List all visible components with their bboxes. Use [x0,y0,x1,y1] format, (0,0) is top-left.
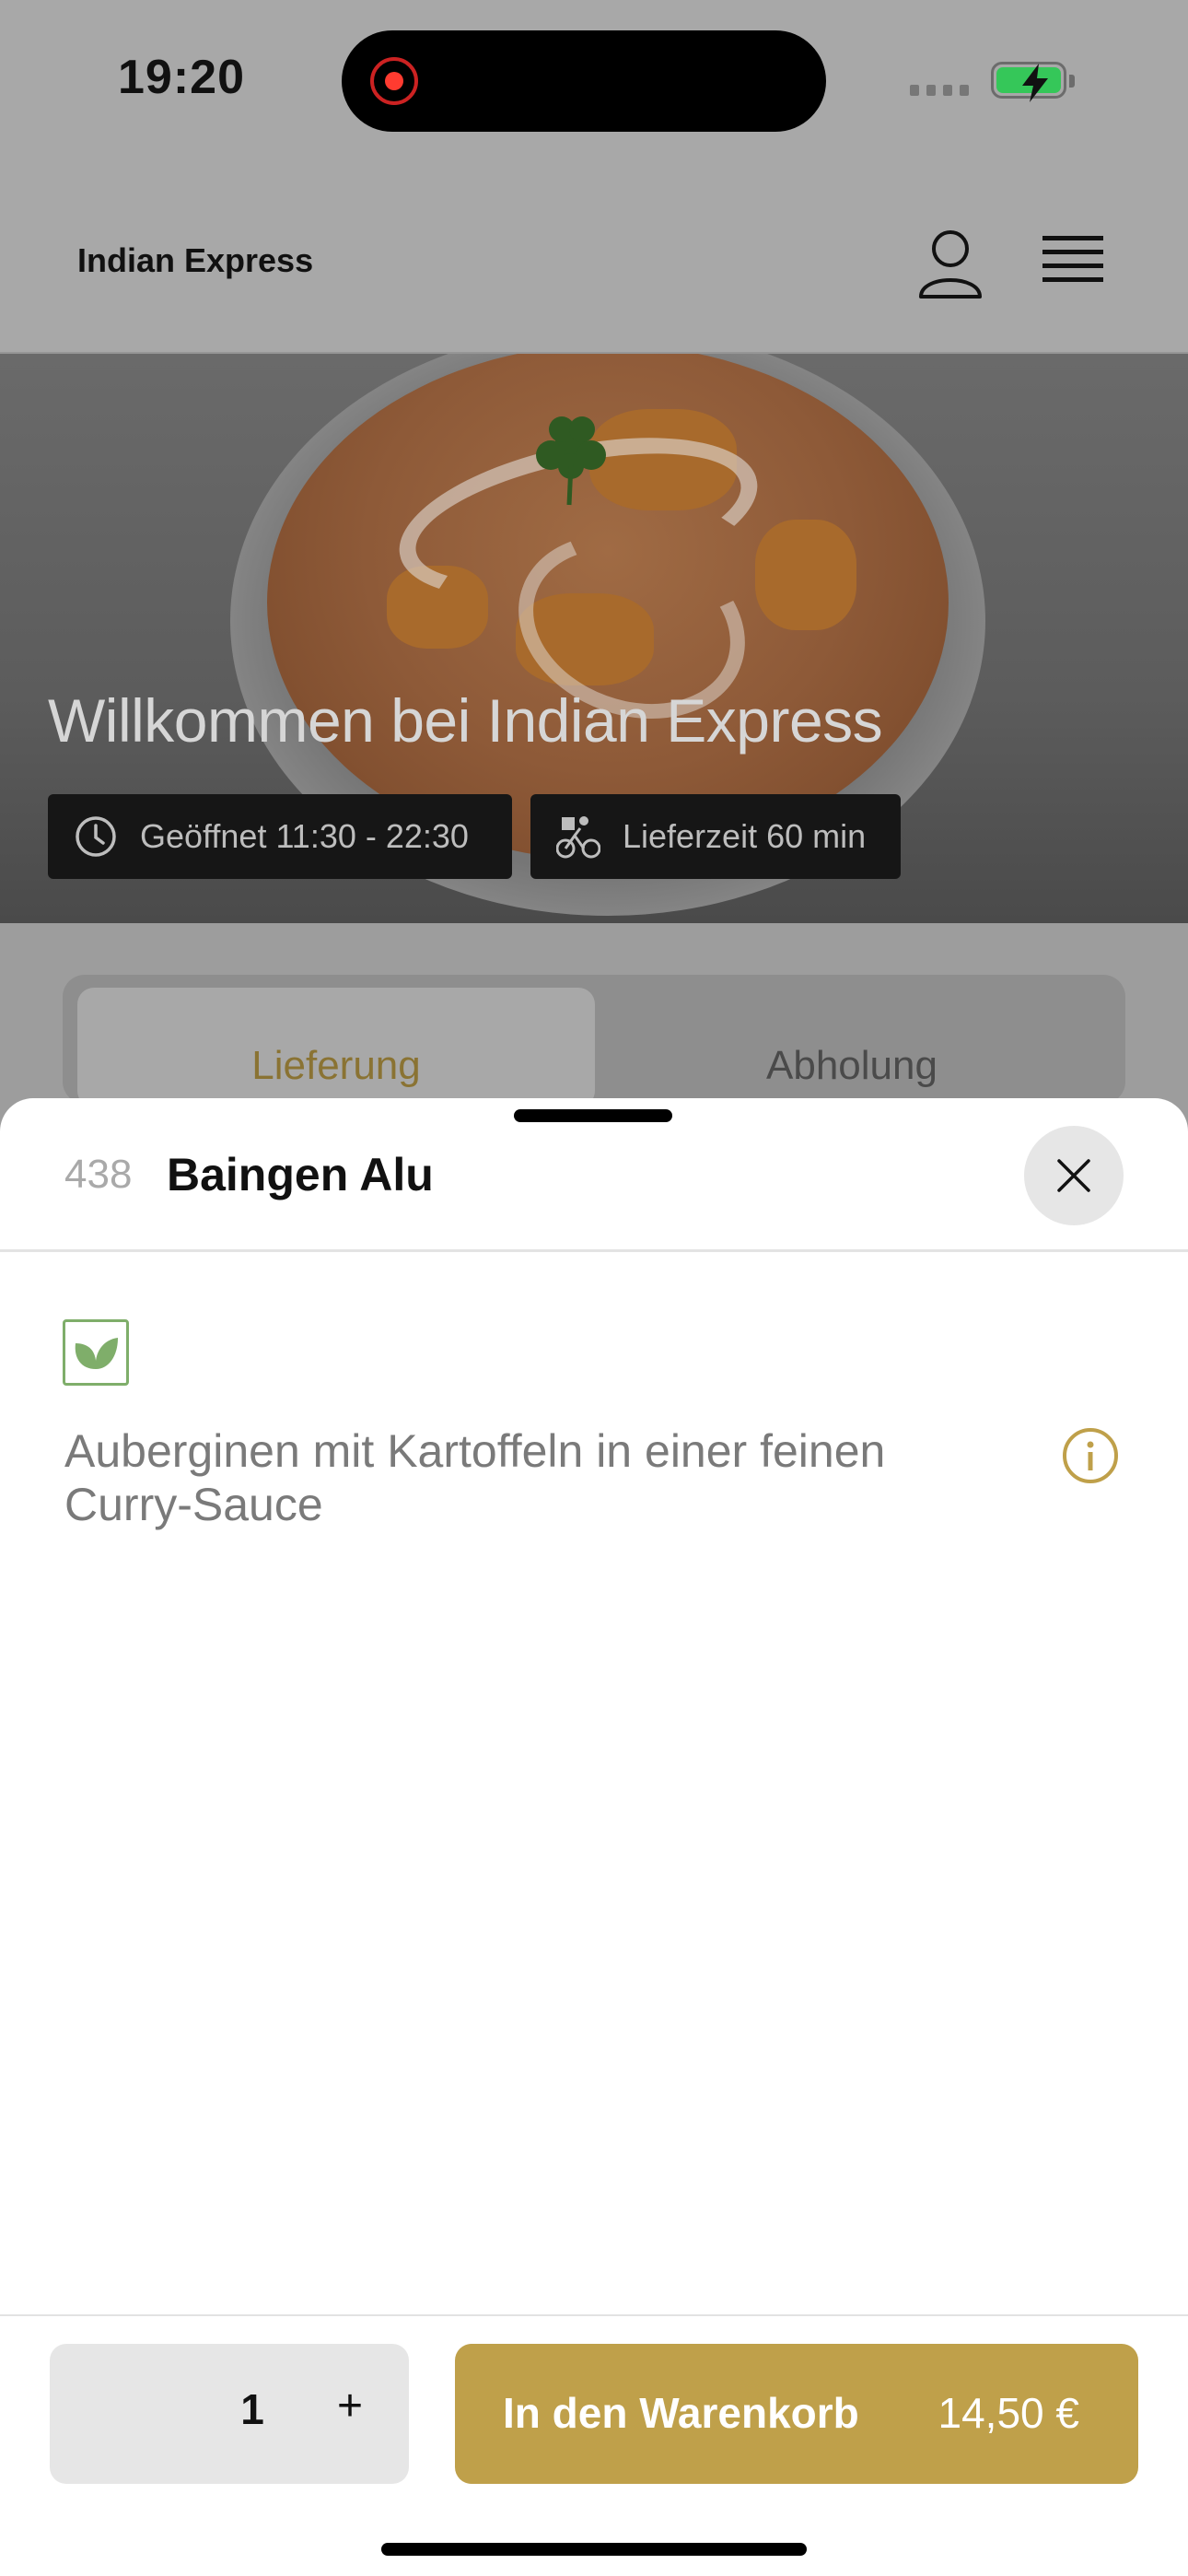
bicycle-courier-icon [556,816,600,859]
coriander-garnish-icon [536,416,606,506]
hamburger-menu-icon[interactable] [1041,230,1105,291]
battery-charging-icon [991,62,1075,102]
divider [0,2314,1188,2316]
user-account-icon[interactable] [917,227,984,300]
hero-image-chunk [755,520,856,630]
increment-button[interactable]: + [322,2381,378,2431]
brand-name[interactable]: Indian Express [77,241,313,280]
recording-indicator-icon [370,57,418,105]
add-to-cart-button[interactable]: In den Warenkorb 14,50 € [455,2344,1138,2484]
delivery-time-badge: Lieferzeit 60 min [530,794,901,879]
close-button[interactable] [1024,1126,1124,1225]
cellular-signal-icon [910,85,969,98]
quantity-stepper[interactable]: 1 + [50,2344,409,2484]
status-time: 19:20 [118,51,245,104]
info-icon[interactable] [1061,1426,1120,1485]
hero-title: Willkommen bei Indian Express [48,686,883,755]
sheet-grabber[interactable] [514,1109,672,1122]
item-price: 14,50 € [938,2389,1079,2437]
home-indicator[interactable] [381,2543,807,2556]
tab-delivery[interactable]: Lieferung [77,988,595,1107]
quantity-value: 1 [240,2385,264,2433]
item-name: Baingen Alu [167,1149,434,1200]
add-to-cart-label: In den Warenkorb [503,2389,859,2437]
order-mode-tabs: Lieferung Abholung [63,975,1125,1107]
app-header: Indian Express [0,175,1188,354]
divider [0,1249,1188,1252]
item-detail-sheet: 438 Baingen Alu Auberginen mit Kartoffel… [0,1098,1188,2576]
close-icon [1057,1159,1090,1192]
delivery-time-text: Lieferzeit 60 min [623,817,867,855]
item-number: 438 [64,1152,133,1197]
status-bar: 19:20 [0,0,1188,175]
leaf-icon [75,1338,118,1369]
opening-hours-text: Geöffnet 11:30 - 22:30 [140,817,469,855]
opening-hours-badge: Geöffnet 11:30 - 22:30 [48,794,512,879]
vegetarian-badge [63,1319,129,1386]
clock-icon [76,816,116,857]
hero-banner: Willkommen bei Indian Express Geöffnet 1… [0,354,1188,923]
item-description: Auberginen mit Kartoffeln in einer feine… [64,1425,886,1530]
tab-pickup[interactable]: Abholung [593,988,1111,1107]
